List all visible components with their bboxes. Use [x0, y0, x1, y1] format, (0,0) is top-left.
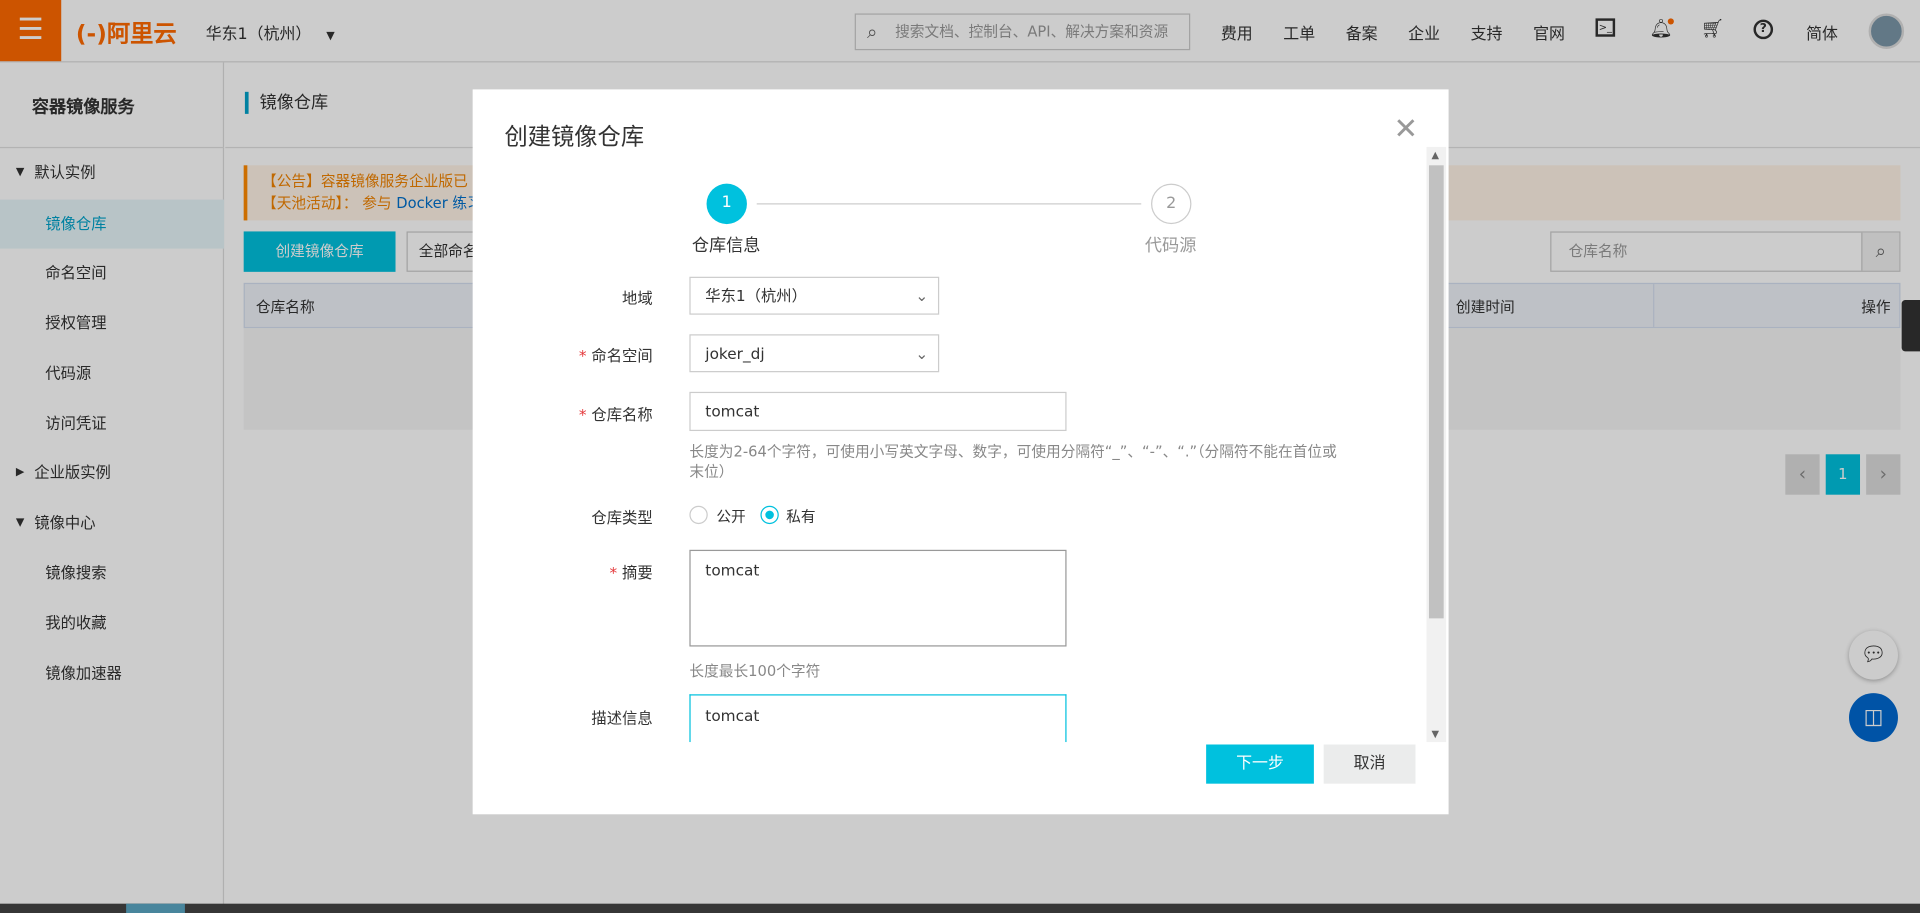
step-2-indicator: 2	[1151, 183, 1192, 225]
step-2-label: 代码源	[1144, 236, 1197, 256]
radio-private-label[interactable]: 私有	[786, 506, 815, 527]
scroll-up-icon[interactable]: ▲	[1431, 149, 1439, 160]
chevron-down-icon: ⌄	[915, 286, 929, 305]
step-1-label: 仓库信息	[691, 236, 761, 256]
step-1-indicator: 1	[706, 183, 747, 225]
radio-public-label[interactable]: 公开	[716, 506, 745, 527]
cancel-button[interactable]: 取消	[1323, 744, 1416, 784]
description-textarea[interactable]: tomcat	[689, 694, 1067, 743]
repo-name-help: 长度为2-64个字符，可使用小写英文字母、数字，可使用分隔符“_”、“-”、“.…	[689, 443, 1337, 481]
close-icon[interactable]: ✕	[1393, 111, 1418, 145]
description-label: 描述信息	[591, 708, 653, 728]
namespace-select[interactable]: joker_dj ⌄	[689, 334, 940, 373]
step-connector	[756, 203, 1142, 205]
next-step-button[interactable]: 下一步	[1206, 744, 1314, 784]
summary-textarea[interactable]: tomcat	[689, 549, 1067, 647]
region-select[interactable]: 华东1（杭州） ⌄	[689, 276, 940, 315]
repo-name-input[interactable]: tomcat	[689, 391, 1067, 432]
dialog-title: 创建镜像仓库	[504, 123, 645, 151]
scrollbar[interactable]: ▲ ▼	[1426, 146, 1447, 743]
namespace-label: * 命名空间	[578, 346, 653, 365]
radio-public[interactable]	[689, 505, 708, 525]
region-label: 地域	[622, 288, 653, 308]
repo-type-label: 仓库类型	[591, 508, 653, 527]
radio-private[interactable]	[760, 505, 779, 525]
summary-help: 长度最长100个字符	[689, 662, 821, 680]
create-repo-dialog: 创建镜像仓库 ✕ ▲ ▼ 1 2 仓库信息 代码源 地域 华东1（杭州） ⌄ * 命名…	[472, 89, 1449, 815]
repo-name-label: * 仓库名称	[578, 405, 653, 424]
summary-label: * 摘要	[609, 563, 653, 582]
scroll-down-icon[interactable]: ▼	[1431, 729, 1439, 740]
chevron-down-icon: ⌄	[915, 344, 929, 363]
